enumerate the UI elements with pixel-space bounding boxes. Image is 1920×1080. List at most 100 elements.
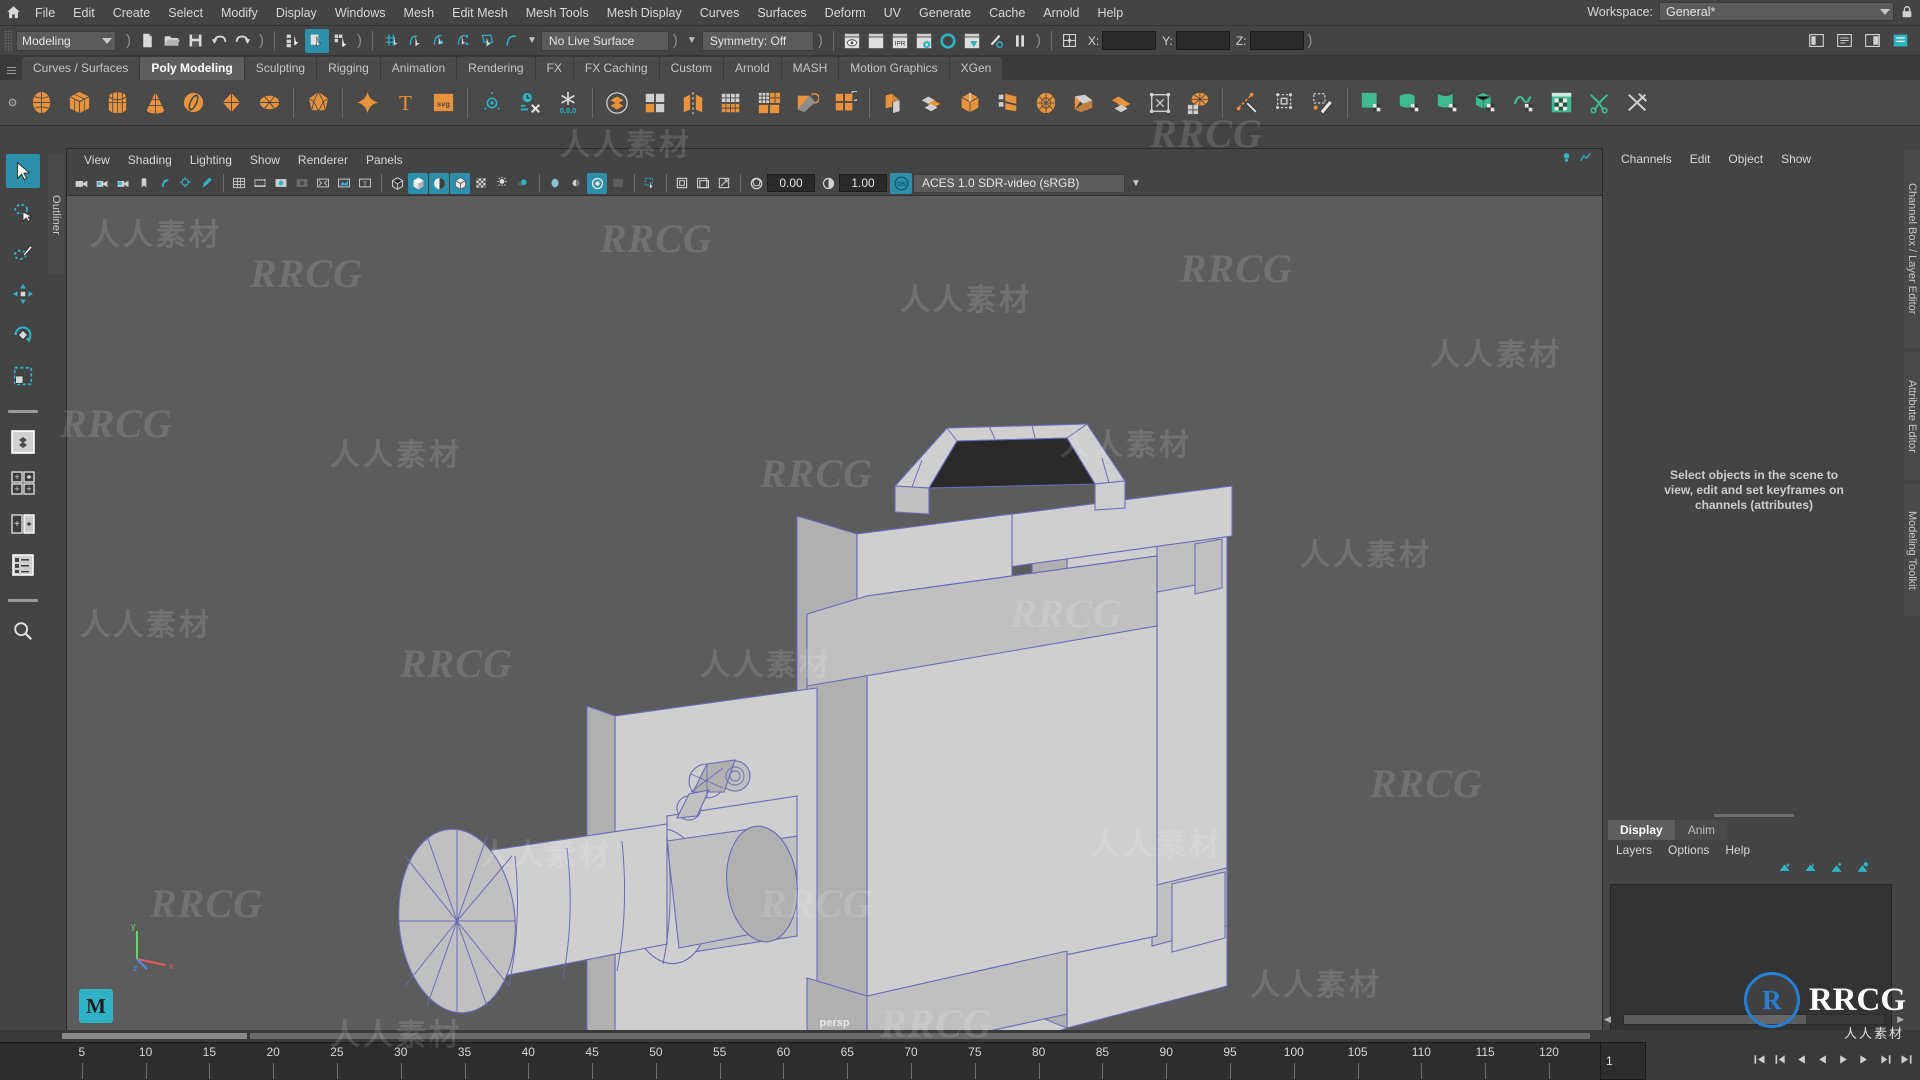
reduce-icon[interactable] (750, 83, 788, 123)
lasso-select-tool[interactable] (6, 195, 40, 229)
grease-pencil-icon[interactable] (197, 173, 217, 194)
menu-options[interactable]: Options (1660, 841, 1717, 859)
xray-icon[interactable] (608, 173, 628, 194)
snap-to-view-planes-icon[interactable] (475, 29, 499, 53)
viewport-light-icon[interactable] (1560, 151, 1573, 169)
scroll-left-icon[interactable]: ◀ (1604, 1014, 1611, 1025)
viewport-menu-view[interactable]: View (75, 151, 119, 170)
uv-sew-icon[interactable] (1619, 83, 1657, 123)
quad-draw-icon[interactable] (1304, 83, 1342, 123)
z-input[interactable] (1249, 31, 1304, 50)
tab-anim[interactable]: Anim (1675, 820, 1728, 840)
outliner-panel-tab[interactable]: Outliner (48, 155, 64, 275)
poke-icon[interactable] (1179, 83, 1217, 123)
remesh-icon[interactable] (826, 83, 864, 123)
live-surface-field[interactable]: No Live Surface (540, 30, 669, 51)
poly-cube-icon[interactable] (60, 83, 98, 123)
range-slider[interactable] (0, 1030, 1920, 1042)
menu-surfaces[interactable]: Surfaces (748, 2, 815, 24)
viewport-3d-canvas[interactable]: .f { stroke:#6b6bb5; stroke-width:1.1; }… (67, 196, 1602, 1031)
play-forwards-icon[interactable] (1834, 1049, 1853, 1069)
ipr-render-icon[interactable] (864, 29, 888, 53)
resolution-gate-icon[interactable] (271, 173, 291, 194)
bevel-icon[interactable] (913, 83, 951, 123)
chevron-down-icon[interactable]: ▼ (527, 35, 537, 46)
render-settings-icon[interactable]: IPR (888, 29, 912, 53)
duplicate-face-icon[interactable] (1103, 83, 1141, 123)
range-slider-track[interactable] (250, 1033, 1590, 1039)
make-live-icon[interactable] (499, 29, 523, 53)
shelf-tab-motion-graphics[interactable]: Motion Graphics (839, 57, 949, 80)
uv-automatic-icon[interactable] (1467, 83, 1505, 123)
step-back-keyframe-icon[interactable] (1771, 1049, 1790, 1069)
uv-cut-icon[interactable] (1581, 83, 1619, 123)
ao-icon[interactable] (513, 173, 533, 194)
menu-curves[interactable]: Curves (691, 2, 749, 24)
workspace-combo[interactable]: General* (1659, 2, 1894, 21)
circularize-icon[interactable] (1027, 83, 1065, 123)
viewport-graph-icon[interactable] (1579, 151, 1592, 169)
color-space-selector[interactable]: ACES 1.0 SDR-video (sRGB) (913, 173, 1125, 193)
menu-edit-mesh[interactable]: Edit Mesh (443, 2, 517, 24)
select-by-hierarchy-icon[interactable] (281, 29, 305, 53)
open-scene-icon[interactable] (159, 29, 183, 53)
menu-mesh[interactable]: Mesh (395, 2, 444, 24)
snap-to-curve-icon[interactable] (403, 29, 427, 53)
separate-icon[interactable] (636, 83, 674, 123)
poly-cylinder-icon[interactable] (98, 83, 136, 123)
camera-attributes-icon[interactable] (113, 173, 133, 194)
shelf-tab-rigging[interactable]: Rigging (317, 57, 380, 80)
step-forward-frame-icon[interactable] (1855, 1049, 1874, 1069)
menu-help[interactable]: Help (1717, 841, 1758, 859)
film-gate-icon[interactable] (250, 173, 270, 194)
gamma-value[interactable]: 1.00 (839, 174, 887, 192)
tab-channel-box-layer-editor[interactable]: Channel Box / Layer Editor (1904, 150, 1920, 348)
move-tool[interactable] (6, 277, 40, 311)
image-plane-icon[interactable] (155, 173, 175, 194)
detach-icon[interactable] (1141, 83, 1179, 123)
safe-action-icon[interactable] (334, 173, 354, 194)
isolate-select-icon[interactable] (640, 173, 660, 194)
menu-file[interactable]: File (26, 2, 64, 24)
2d-pan-zoom-icon[interactable] (176, 173, 196, 194)
textured-icon[interactable] (450, 172, 470, 194)
channel-box-menu-edit[interactable]: Edit (1681, 150, 1720, 168)
redo-icon[interactable] (231, 29, 255, 53)
toggle-render-view-icon[interactable] (936, 29, 960, 53)
extrude-icon[interactable] (875, 83, 913, 123)
viewport-menu-shading[interactable]: Shading (119, 151, 181, 170)
hypershade-icon[interactable] (912, 29, 936, 53)
menu-windows[interactable]: Windows (326, 2, 395, 24)
uv-spherical-icon[interactable] (1429, 83, 1467, 123)
menu-mesh-tools[interactable]: Mesh Tools (517, 2, 598, 24)
safe-title-icon[interactable]: T (355, 173, 375, 194)
shelf-tab-fx[interactable]: FX (535, 57, 573, 80)
shelf-tab-custom[interactable]: Custom (659, 57, 723, 80)
exposure-value[interactable]: 0.00 (767, 174, 815, 192)
poly-sphere-icon[interactable] (22, 83, 60, 123)
pause-render-icon[interactable] (1008, 29, 1032, 53)
time-slider-ruler[interactable]: 5 10 15 20 25 30 35 40 45 50 55 60 65 70 75 80 85 90 95 100… (0, 1042, 1620, 1080)
magnifier-icon[interactable] (6, 614, 40, 648)
center-pivot-icon[interactable] (473, 83, 511, 123)
shelf-tab-curves-surfaces[interactable]: Curves / Surfaces (22, 57, 140, 80)
lock-icon[interactable] (1900, 4, 1914, 20)
shelf-tab-sculpting[interactable]: Sculpting (244, 57, 317, 80)
step-back-frame-icon[interactable] (1792, 1049, 1811, 1069)
current-frame-field[interactable]: 1 (1600, 1042, 1646, 1080)
menu-uv[interactable]: UV (875, 2, 910, 24)
tab-modeling-toolkit[interactable]: Modeling Toolkit (1904, 484, 1920, 616)
shadows-icon[interactable] (492, 173, 512, 194)
tab-attribute-editor[interactable]: Attribute Editor (1904, 352, 1920, 480)
outliner-persp-layout[interactable] (6, 548, 40, 582)
menu-arnold[interactable]: Arnold (1034, 2, 1088, 24)
menu-mesh-display[interactable]: Mesh Display (598, 2, 691, 24)
maya-home-icon[interactable] (0, 0, 26, 26)
chevron-down-icon-2[interactable]: ▼ (687, 35, 697, 46)
grab-viewport-icon[interactable] (714, 173, 734, 194)
snap-to-grid-icon[interactable] (379, 29, 403, 53)
poly-svg-icon[interactable]: svg (424, 83, 462, 123)
shelf-tab-fx-caching[interactable]: FX Caching (573, 57, 659, 80)
shelf-tab-rendering[interactable]: Rendering (457, 57, 535, 80)
redo-render-icon[interactable] (984, 29, 1008, 53)
